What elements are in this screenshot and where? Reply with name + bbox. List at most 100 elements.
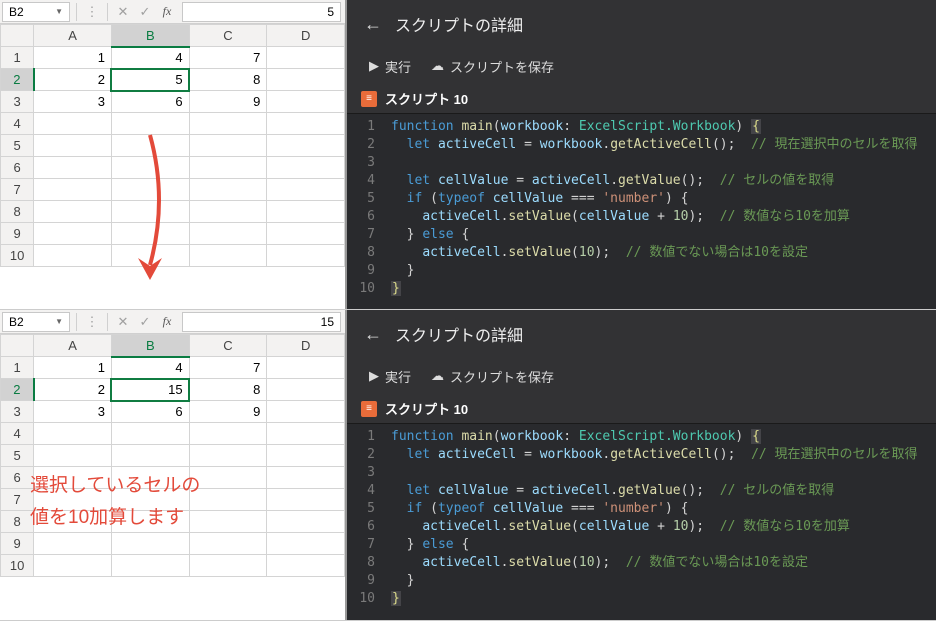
cell-D10[interactable] <box>267 555 345 577</box>
cell-C3[interactable]: 9 <box>189 91 267 113</box>
cell-C2[interactable]: 8 <box>189 379 267 401</box>
cell-D1[interactable] <box>267 47 345 69</box>
cell-B8[interactable] <box>111 511 189 533</box>
row-header-3[interactable]: 3 <box>1 401 34 423</box>
cell-C5[interactable] <box>189 445 267 467</box>
cell-B7[interactable] <box>111 179 189 201</box>
more-icon[interactable]: ⋮ <box>81 1 103 23</box>
col-header-A[interactable]: A <box>34 335 112 357</box>
cell-C7[interactable] <box>189 489 267 511</box>
cell-A2[interactable]: 2 <box>34 379 112 401</box>
row-header-3[interactable]: 3 <box>1 91 34 113</box>
row-header-5[interactable]: 5 <box>1 445 34 467</box>
spreadsheet-grid[interactable]: ABCD114722158336945678910 <box>0 334 345 577</box>
cell-B6[interactable] <box>111 467 189 489</box>
row-header-1[interactable]: 1 <box>1 47 34 69</box>
cell-C10[interactable] <box>189 555 267 577</box>
cell-D8[interactable] <box>267 201 345 223</box>
cell-C1[interactable]: 7 <box>189 47 267 69</box>
row-header-7[interactable]: 7 <box>1 489 34 511</box>
cell-C1[interactable]: 7 <box>189 357 267 379</box>
cell-B5[interactable] <box>111 445 189 467</box>
cell-D9[interactable] <box>267 223 345 245</box>
cancel-icon[interactable]: ✕ <box>112 1 134 23</box>
cell-D2[interactable] <box>267 379 345 401</box>
cell-A6[interactable] <box>34 157 112 179</box>
save-script-button[interactable]: ☁スクリプトを保存 <box>423 363 562 390</box>
row-header-1[interactable]: 1 <box>1 357 34 379</box>
cell-D1[interactable] <box>267 357 345 379</box>
cell-D2[interactable] <box>267 69 345 91</box>
col-header-D[interactable]: D <box>267 25 345 47</box>
col-header-C[interactable]: C <box>189 25 267 47</box>
cell-A10[interactable] <box>34 245 112 267</box>
row-header-5[interactable]: 5 <box>1 135 34 157</box>
cell-B1[interactable]: 4 <box>111 357 189 379</box>
cell-D3[interactable] <box>267 91 345 113</box>
cell-A2[interactable]: 2 <box>34 69 112 91</box>
spreadsheet-grid[interactable]: ABCD11472258336945678910 <box>0 24 345 267</box>
col-header-D[interactable]: D <box>267 335 345 357</box>
col-header-B[interactable]: B <box>111 25 189 47</box>
formula-input[interactable]: 15 <box>182 312 341 332</box>
fx-icon[interactable]: fx <box>156 1 178 23</box>
cell-B10[interactable] <box>111 245 189 267</box>
more-icon[interactable]: ⋮ <box>81 311 103 333</box>
cell-D10[interactable] <box>267 245 345 267</box>
code-source[interactable]: function main(workbook: ExcelScript.Work… <box>383 424 936 620</box>
cell-A6[interactable] <box>34 467 112 489</box>
select-all-corner[interactable] <box>1 25 34 47</box>
cell-A5[interactable] <box>34 135 112 157</box>
cell-C10[interactable] <box>189 245 267 267</box>
cell-A1[interactable]: 1 <box>34 47 112 69</box>
code-editor[interactable]: 12345678910function main(workbook: Excel… <box>347 114 936 309</box>
enter-icon[interactable]: ✓ <box>134 311 156 333</box>
row-header-4[interactable]: 4 <box>1 423 34 445</box>
cell-D8[interactable] <box>267 511 345 533</box>
cell-B5[interactable] <box>111 135 189 157</box>
cancel-icon[interactable]: ✕ <box>112 311 134 333</box>
cell-D4[interactable] <box>267 423 345 445</box>
row-header-7[interactable]: 7 <box>1 179 34 201</box>
cell-D5[interactable] <box>267 135 345 157</box>
cell-C8[interactable] <box>189 511 267 533</box>
code-editor[interactable]: 12345678910function main(workbook: Excel… <box>347 424 936 620</box>
cell-A9[interactable] <box>34 533 112 555</box>
col-header-B[interactable]: B <box>111 335 189 357</box>
cell-D7[interactable] <box>267 489 345 511</box>
cell-D6[interactable] <box>267 467 345 489</box>
cell-B10[interactable] <box>111 555 189 577</box>
name-box[interactable]: B2 ▼ <box>2 312 70 332</box>
cell-B3[interactable]: 6 <box>111 91 189 113</box>
cell-D3[interactable] <box>267 401 345 423</box>
name-box[interactable]: B2 ▼ <box>2 2 70 22</box>
row-header-9[interactable]: 9 <box>1 223 34 245</box>
cell-B3[interactable]: 6 <box>111 401 189 423</box>
cell-C4[interactable] <box>189 423 267 445</box>
cell-A4[interactable] <box>34 423 112 445</box>
cell-B9[interactable] <box>111 533 189 555</box>
cell-B4[interactable] <box>111 423 189 445</box>
fx-icon[interactable]: fx <box>156 311 178 333</box>
run-button[interactable]: ▶実行 <box>361 363 419 390</box>
cell-D5[interactable] <box>267 445 345 467</box>
select-all-corner[interactable] <box>1 335 34 357</box>
cell-C9[interactable] <box>189 223 267 245</box>
cell-A7[interactable] <box>34 179 112 201</box>
row-header-6[interactable]: 6 <box>1 157 34 179</box>
row-header-2[interactable]: 2 <box>1 69 34 91</box>
cell-A3[interactable]: 3 <box>34 401 112 423</box>
cell-B4[interactable] <box>111 113 189 135</box>
cell-C3[interactable]: 9 <box>189 401 267 423</box>
row-header-10[interactable]: 10 <box>1 245 34 267</box>
row-header-2[interactable]: 2 <box>1 379 34 401</box>
back-button[interactable]: ← <box>359 320 387 348</box>
cell-B8[interactable] <box>111 201 189 223</box>
cell-B6[interactable] <box>111 157 189 179</box>
row-header-10[interactable]: 10 <box>1 555 34 577</box>
cell-D9[interactable] <box>267 533 345 555</box>
cell-B1[interactable]: 4 <box>111 47 189 69</box>
cell-C2[interactable]: 8 <box>189 69 267 91</box>
cell-A8[interactable] <box>34 511 112 533</box>
cell-A1[interactable]: 1 <box>34 357 112 379</box>
